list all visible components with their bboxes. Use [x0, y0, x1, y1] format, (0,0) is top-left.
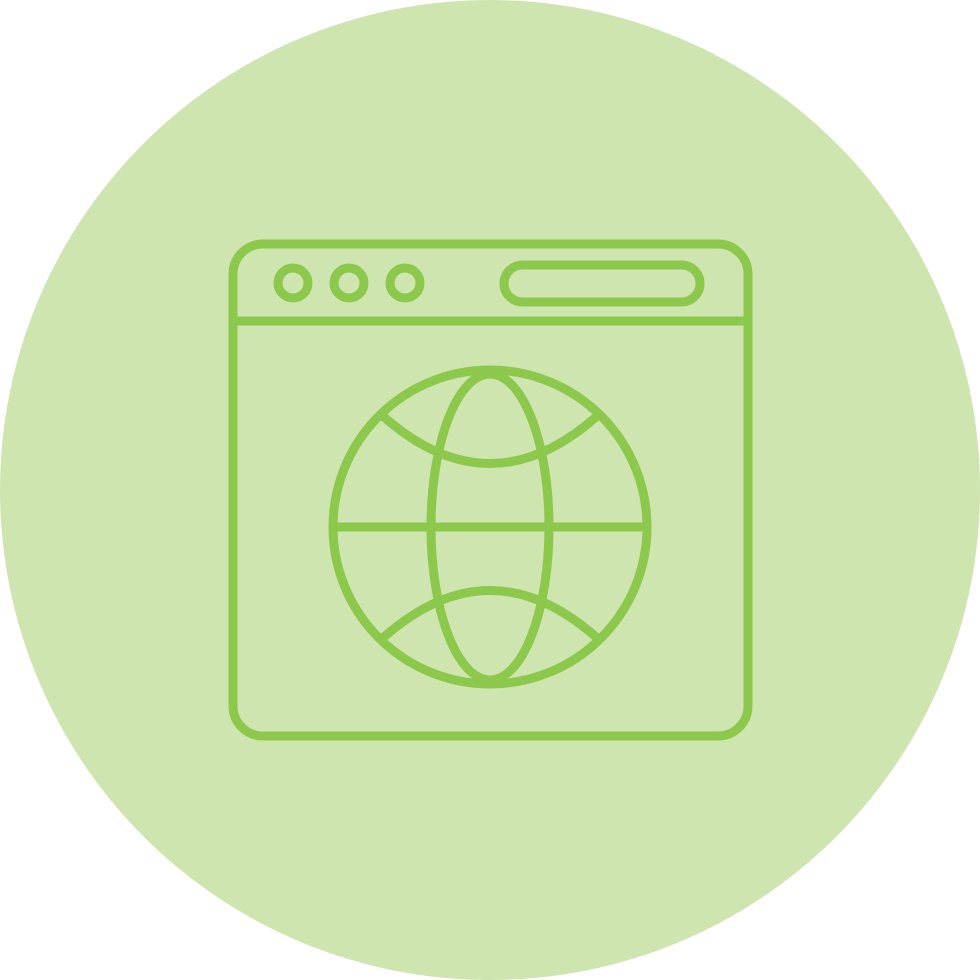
- background-circle: [0, 0, 980, 980]
- web-browser-globe-icon: [0, 0, 980, 980]
- icon-canvas: [0, 0, 980, 980]
